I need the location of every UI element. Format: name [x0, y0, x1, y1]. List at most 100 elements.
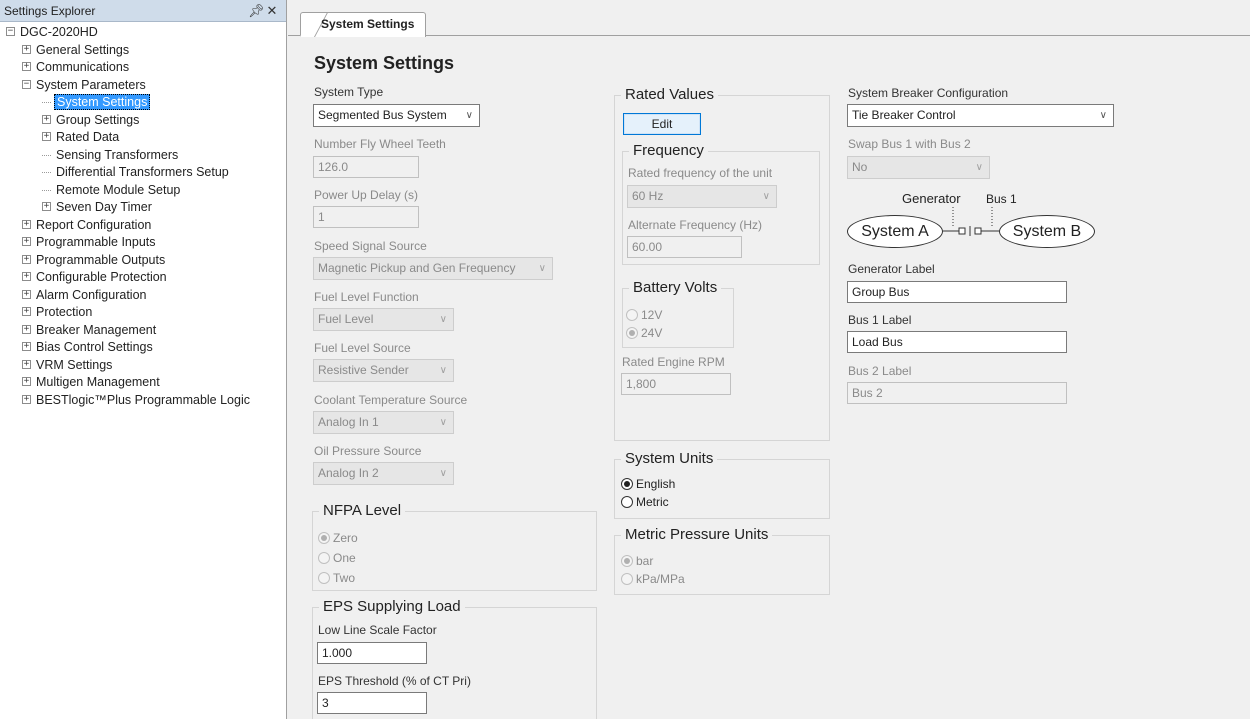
close-icon[interactable]: ✕ [264, 3, 280, 19]
swap-bus-value: No [852, 160, 868, 174]
expand-icon[interactable]: + [22, 272, 31, 282]
tree-item-label: Breaker Management [36, 322, 157, 337]
tree-item[interactable]: System Settings [0, 94, 286, 112]
tree-item[interactable]: + Report Configuration [0, 217, 286, 235]
chevron-down-icon: ∨ [439, 314, 447, 325]
expand-icon[interactable]: + [22, 219, 31, 229]
tree-item[interactable]: + Group Settings [0, 112, 286, 130]
radio-circle [626, 327, 638, 339]
expand-icon[interactable]: + [22, 44, 31, 54]
low-line-scale-input[interactable]: 1.000 [317, 642, 427, 664]
chevron-down-icon: ∨ [439, 468, 447, 479]
rated-frequency-value: 60 Hz [632, 189, 664, 203]
fuel-source-dropdown[interactable]: Resistive Sender ∨ [313, 359, 454, 382]
units-radio-english[interactable]: English [621, 477, 675, 491]
tree-item[interactable]: + Programmable Inputs [0, 234, 286, 252]
expand-icon[interactable]: + [42, 202, 51, 212]
nfpa-radio-zero[interactable]: Zero [318, 531, 358, 545]
tree-item[interactable]: + Alarm Configuration [0, 287, 286, 305]
expand-icon[interactable]: + [42, 132, 51, 142]
generator-label-input[interactable]: Group Bus [847, 281, 1067, 303]
rated-rpm-input[interactable]: 1,800 [621, 373, 731, 395]
rated-frequency-dropdown[interactable]: 60 Hz ∨ [627, 185, 777, 208]
flywheel-input[interactable]: 126.0 [313, 156, 419, 178]
tree-item[interactable]: + Rated Data [0, 129, 286, 147]
collapse-icon[interactable]: − [6, 27, 15, 37]
nfpa-radio-two[interactable]: Two [318, 571, 355, 585]
powerup-delay-input[interactable]: 1 [313, 206, 419, 228]
pressure-radio-kpa[interactable]: kPa/MPa [621, 572, 685, 586]
rated-values-title: Rated Values [621, 86, 718, 103]
collapse-icon[interactable]: − [22, 79, 31, 89]
alternate-frequency-input[interactable]: 60.00 [627, 236, 742, 258]
coolant-label: Coolant Temperature Source [314, 393, 468, 407]
speed-signal-dropdown[interactable]: Magnetic Pickup and Gen Frequency ∨ [313, 257, 553, 280]
expand-icon[interactable]: + [22, 307, 31, 317]
battery-volts-title: Battery Volts [629, 279, 722, 296]
eps-threshold-input[interactable]: 3 [317, 692, 427, 714]
tree-item[interactable]: + Breaker Management [0, 322, 286, 340]
pin-icon[interactable]: 📌︎ [248, 3, 265, 19]
pressure-radio-bar[interactable]: bar [621, 554, 653, 568]
tree-item[interactable]: + BESTlogic™Plus Programmable Logic [0, 392, 286, 410]
battery-radio-24v[interactable]: 24V [626, 326, 662, 340]
expand-icon[interactable]: + [22, 394, 31, 404]
tree-item[interactable]: − System Parameters [0, 77, 286, 95]
edit-button[interactable]: Edit [623, 113, 701, 135]
tree-item[interactable]: + VRM Settings [0, 357, 286, 375]
tree-item[interactable]: + Bias Control Settings [0, 339, 286, 357]
settings-explorer: Settings Explorer 📌︎ ✕ − DGC-2020HD + Gener… [0, 0, 287, 719]
tree-item[interactable]: + Communications [0, 59, 286, 77]
tree-item[interactable]: + General Settings [0, 42, 286, 60]
radio-label: English [636, 477, 676, 491]
tree-item[interactable]: Differential Transformers Setup [0, 164, 286, 182]
tree-item[interactable]: Remote Module Setup [0, 182, 286, 200]
system-b-node: System B [999, 215, 1095, 248]
bus2-label-input[interactable]: Bus 2 [847, 382, 1067, 404]
expand-icon[interactable]: + [22, 254, 31, 264]
expand-icon[interactable]: + [22, 342, 31, 352]
radio-label: 12V [641, 308, 663, 322]
radio-circle [318, 532, 330, 544]
coolant-dropdown[interactable]: Analog In 1 ∨ [313, 411, 454, 434]
tree-item[interactable]: + Configurable Protection [0, 269, 286, 287]
expand-icon[interactable]: + [22, 289, 31, 299]
expand-icon[interactable]: + [22, 359, 31, 369]
radio-circle [626, 309, 638, 321]
coolant-value: Analog In 1 [318, 415, 379, 429]
tree-item[interactable]: Sensing Transformers [0, 147, 286, 165]
swap-bus-dropdown[interactable]: No ∨ [847, 156, 990, 179]
tab-system-settings[interactable]: System Settings [300, 12, 426, 37]
fuel-function-dropdown[interactable]: Fuel Level ∨ [313, 308, 454, 331]
tree-item[interactable]: − DGC-2020HD [0, 24, 286, 42]
breaker-config-dropdown[interactable]: Tie Breaker Control ∨ [847, 104, 1114, 127]
tree-item[interactable]: + Programmable Outputs [0, 252, 286, 270]
expand-icon[interactable]: + [22, 324, 31, 334]
radio-label: Two [333, 571, 356, 585]
flywheel-label: Number Fly Wheel Teeth [314, 137, 446, 151]
bus1-label-input[interactable]: Load Bus [847, 331, 1067, 353]
battery-radio-12v[interactable]: 12V [626, 308, 662, 322]
nfpa-radio-one[interactable]: One [318, 551, 356, 565]
radio-label: Metric [636, 495, 669, 509]
swap-bus-label: Swap Bus 1 with Bus 2 [848, 137, 971, 151]
breaker-diagram: Generator Bus 1 System A System B [846, 189, 1106, 269]
tree-item[interactable]: + Seven Day Timer [0, 199, 286, 217]
fuel-function-value: Fuel Level [318, 312, 374, 326]
alternate-frequency-label: Alternate Frequency (Hz) [628, 218, 763, 232]
tree-item[interactable]: + Multigen Management [0, 374, 286, 392]
expand-icon[interactable]: + [22, 237, 31, 247]
system-units-title: System Units [621, 450, 718, 467]
metric-pressure-group: Metric Pressure Units bar kPa/MPa [614, 526, 830, 595]
eps-group: EPS Supplying Load Low Line Scale Factor… [312, 598, 597, 719]
expand-icon[interactable]: + [22, 62, 31, 72]
rated-values-group: Rated Values Edit Frequency Rated freque… [614, 86, 830, 441]
breaker-a-icon [958, 227, 966, 235]
expand-icon[interactable]: + [22, 377, 31, 387]
tree-item[interactable]: + Protection [0, 304, 286, 322]
system-type-dropdown[interactable]: Segmented Bus System ∨ [313, 104, 480, 127]
expand-icon[interactable]: + [42, 114, 51, 124]
radio-label: 24V [641, 326, 663, 340]
units-radio-metric[interactable]: Metric [621, 495, 669, 509]
oil-pressure-dropdown[interactable]: Analog In 2 ∨ [313, 462, 454, 485]
